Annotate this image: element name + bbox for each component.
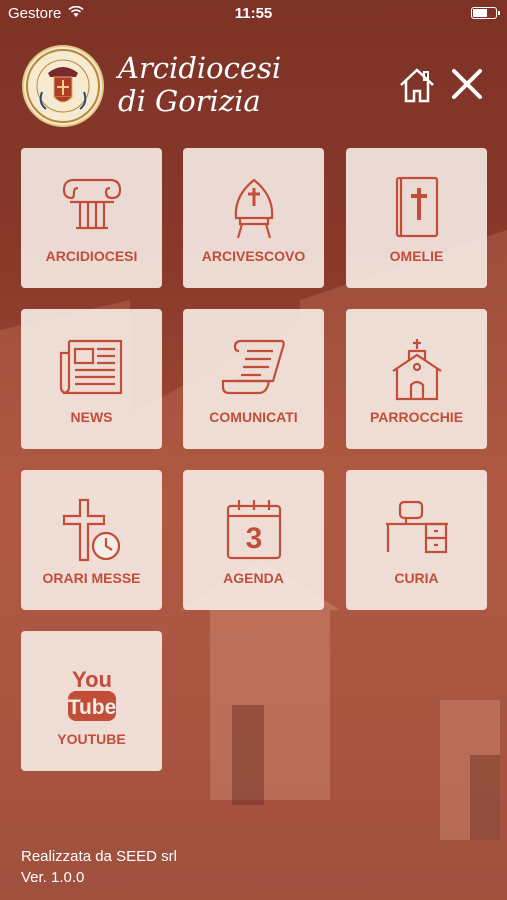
scroll-icon (221, 339, 285, 395)
app-title-line1: Arcidiocesi (118, 51, 282, 85)
bible-icon (395, 176, 438, 238)
credit-line: Realizzata da SEED srl (21, 846, 177, 867)
newspaper-icon (59, 339, 122, 395)
calendar-day-number: 3 (245, 522, 262, 555)
app-version: Ver. 1.0.0 (21, 869, 85, 886)
credit-company: SEED srl (116, 848, 177, 865)
app-title: Arcidiocesi di Gorizia (118, 52, 281, 118)
tile-label: NEWS (70, 409, 113, 425)
youtube-tube-text: Tube (67, 696, 116, 719)
app-title-line2: di Gorizia (118, 84, 261, 118)
tile-label: OMELIE (389, 248, 444, 264)
menu-tile-news[interactable]: NEWS (21, 309, 162, 449)
tile-label: YOUTUBE (57, 731, 126, 747)
battery-icon (471, 7, 500, 19)
menu-tile-arcivescovo[interactable]: ARCIVESCOVO (183, 148, 324, 288)
menu-tile-agenda[interactable]: 3 AGENDA (183, 470, 324, 610)
menu-tile-omelie[interactable]: OMELIE (346, 148, 487, 288)
menu-tile-orari-messe[interactable]: ORARI MESSE (21, 470, 162, 610)
menu-tile-arcidiocesi[interactable]: ARCIDIOCESI (21, 148, 162, 288)
home-icon[interactable] (397, 65, 437, 105)
desk-icon (385, 500, 448, 554)
cross-clock-icon (62, 498, 120, 562)
credit-prefix: Realizzata da (21, 848, 117, 865)
tile-label: AGENDA (223, 570, 284, 586)
footer: Realizzata da SEED srl Ver. 1.0.0 (21, 846, 177, 888)
close-icon[interactable] (450, 67, 484, 101)
tile-label: PARROCCHIE (369, 409, 464, 425)
church-icon (391, 339, 442, 401)
column-icon (62, 178, 121, 230)
youtube-you-text: You (72, 667, 112, 692)
clock: 11:55 (234, 5, 273, 22)
menu-tile-youtube[interactable]: You Tube YOUTUBE (21, 631, 162, 771)
tile-label: ARCIDIOCESI (45, 248, 138, 264)
menu-tile-parrocchie[interactable]: PARROCCHIE (346, 309, 487, 449)
youtube-icon: You Tube (67, 667, 116, 721)
tile-label: ORARI MESSE (42, 570, 141, 586)
app-header: Arcidiocesi di Gorizia (0, 40, 507, 140)
mitre-icon (234, 178, 273, 239)
tile-label: COMUNICATI (209, 409, 298, 425)
status-bar: Gestore 11:55 (0, 0, 507, 28)
archdiocese-seal-logo (22, 45, 104, 127)
tile-label: CURIA (394, 570, 439, 586)
menu-tile-comunicati[interactable]: COMUNICATI (183, 309, 324, 449)
calendar-icon: 3 (226, 500, 281, 560)
menu-tile-curia[interactable]: CURIA (346, 470, 487, 610)
tile-label: ARCIVESCOVO (201, 248, 306, 264)
